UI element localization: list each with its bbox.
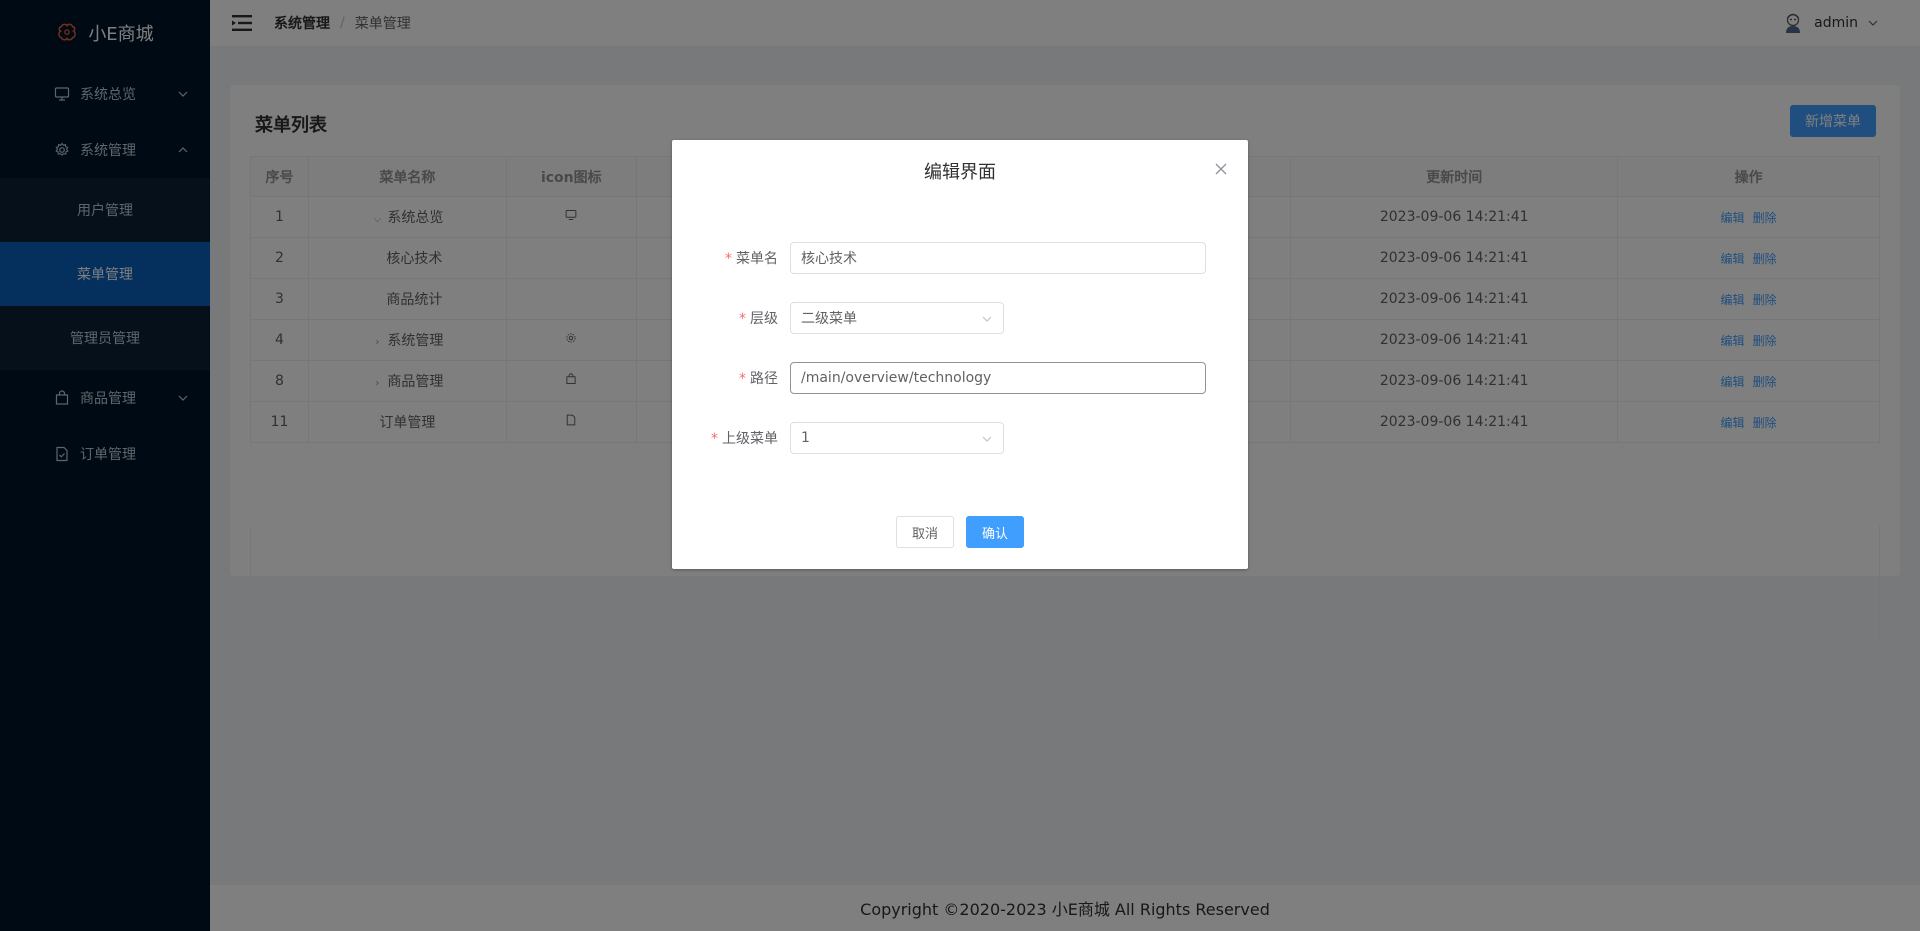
required-mark: * xyxy=(725,251,732,267)
required-mark: * xyxy=(739,371,746,387)
edit-menu-dialog: 编辑界面 * 菜单名 核心技术 * 层级 二级菜单 * 路径 /main/overvi… xyxy=(672,140,1248,569)
dialog-footer: 取消 确认 xyxy=(672,516,1248,548)
required-mark: * xyxy=(711,431,718,447)
cancel-button[interactable]: 取消 xyxy=(895,516,954,548)
form-row-name: * 菜单名 核心技术 xyxy=(672,242,1248,274)
parent-menu-select[interactable]: 1 xyxy=(790,422,1004,454)
parent-value: 1 xyxy=(801,430,810,446)
confirm-button[interactable]: 确认 xyxy=(966,516,1025,548)
menu-name-input[interactable]: 核心技术 xyxy=(790,242,1206,274)
chevron-down-icon xyxy=(982,436,992,442)
path-label: 路径 xyxy=(750,371,778,387)
level-value: 二级菜单 xyxy=(801,311,857,327)
name-label: 菜单名 xyxy=(736,251,778,267)
dialog-title: 编辑界面 xyxy=(924,162,996,183)
field-label: * 层级 xyxy=(672,308,790,328)
form-row-path: * 路径 /main/overview/technology xyxy=(672,362,1248,394)
field-label: * 菜单名 xyxy=(672,248,790,268)
parent-label: 上级菜单 xyxy=(722,431,778,447)
path-input[interactable]: /main/overview/technology xyxy=(790,362,1206,394)
close-icon[interactable] xyxy=(1214,162,1228,176)
form-row-level: * 层级 二级菜单 xyxy=(672,302,1248,334)
chevron-down-icon xyxy=(982,316,992,322)
level-select[interactable]: 二级菜单 xyxy=(790,302,1004,334)
field-label: * 路径 xyxy=(672,368,790,388)
required-mark: * xyxy=(739,311,746,327)
field-label: * 上级菜单 xyxy=(672,428,790,448)
level-label: 层级 xyxy=(750,311,778,327)
form-row-parent: * 上级菜单 1 xyxy=(672,422,1248,454)
